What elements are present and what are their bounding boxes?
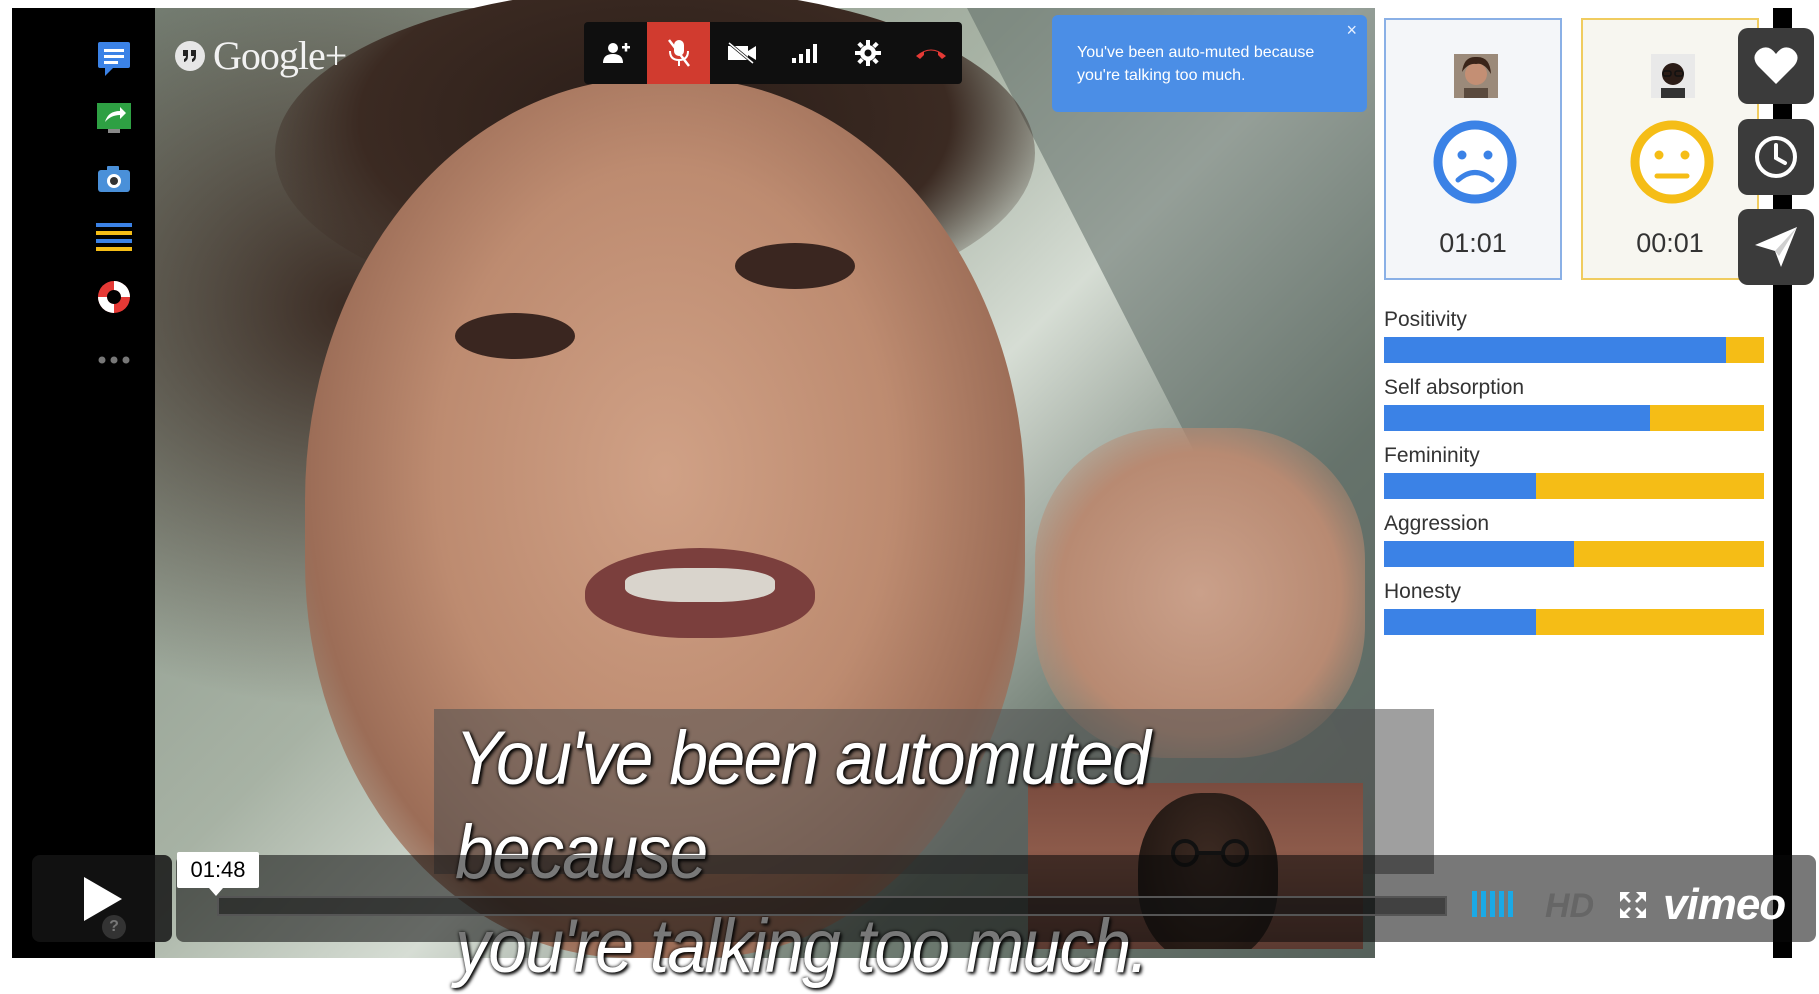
metric-bar <box>1384 609 1764 635</box>
hangouts-quote-icon <box>175 40 205 71</box>
metric-fill <box>1384 405 1650 431</box>
document-icon[interactable] <box>96 220 132 256</box>
notification-line-1: You've been auto-muted because <box>1077 44 1315 61</box>
video-frame: Google+ You've been auto-muted because y… <box>0 0 1819 989</box>
fullscreen-icon <box>1620 892 1646 918</box>
metric-label: Honesty <box>1384 580 1462 603</box>
metric-label: Femininity <box>1384 444 1480 467</box>
sad-face-icon <box>1433 120 1517 204</box>
close-icon[interactable]: × <box>1346 19 1357 42</box>
participant-timer: 00:01 <box>1636 228 1704 258</box>
signal-icon <box>791 44 817 63</box>
metric-bar <box>1384 541 1764 567</box>
progress-bar[interactable] <box>217 896 1447 916</box>
more-icon[interactable] <box>96 342 132 378</box>
fullscreen-button[interactable] <box>1618 890 1648 920</box>
participant-card: 01:01 <box>1384 18 1562 280</box>
participant-card: 00:01 <box>1581 18 1759 280</box>
logo-text: Google+ <box>213 33 347 78</box>
send-icon <box>1755 227 1797 267</box>
metric-aggression: Aggression <box>1384 512 1764 567</box>
neutral-face-icon <box>1630 120 1714 204</box>
metric-honesty: Honesty <box>1384 580 1764 635</box>
vimeo-logo[interactable]: vimeo <box>1663 880 1786 930</box>
auto-mute-notification: You've been auto-muted because you're ta… <box>1052 15 1367 112</box>
metric-label: Self absorption <box>1384 376 1525 399</box>
google-plus-logo: Google+ <box>175 32 347 79</box>
metric-bar <box>1384 337 1764 363</box>
add-person-icon <box>602 43 630 63</box>
camera-toggle-button[interactable] <box>710 22 773 84</box>
bandwidth-button[interactable] <box>773 22 836 84</box>
notification-line-2: you're talking too much. <box>1077 67 1246 84</box>
hang-up-icon <box>915 49 946 59</box>
chat-icon[interactable] <box>96 41 132 77</box>
metric-positivity: Positivity <box>1384 308 1764 363</box>
current-time: 01:48 <box>177 852 259 896</box>
help-lifesaver-icon[interactable] <box>96 279 132 315</box>
metric-fill <box>1384 541 1574 567</box>
hd-toggle[interactable]: HD <box>1545 887 1594 926</box>
watch-later-button[interactable] <box>1738 119 1814 195</box>
avatar <box>1454 54 1498 98</box>
volume-control[interactable] <box>1472 891 1513 917</box>
heart-icon <box>1754 47 1798 84</box>
participant-timer: 01:01 <box>1439 228 1507 258</box>
camera-off-icon <box>727 41 756 65</box>
metric-label: Aggression <box>1384 512 1490 535</box>
analytics-panel: 01:01 00:01 Positivity Self absorption F… <box>1375 8 1773 958</box>
subtitle-text: You've been automuted because you're tal… <box>455 712 1357 994</box>
metric-self-absorption: Self absorption <box>1384 376 1764 431</box>
screenshare-icon[interactable] <box>96 100 132 136</box>
avatar <box>1651 54 1695 98</box>
call-toolbar <box>584 22 962 84</box>
metric-fill <box>1384 609 1536 635</box>
clock-icon <box>1755 136 1797 178</box>
settings-button[interactable] <box>836 22 899 84</box>
metric-bar <box>1384 405 1764 431</box>
mic-muted-icon <box>667 39 690 67</box>
mute-mic-button[interactable] <box>647 22 710 84</box>
metric-fill <box>1384 473 1536 499</box>
help-icon[interactable]: ? <box>102 915 126 939</box>
like-button[interactable] <box>1738 28 1814 104</box>
share-button[interactable] <box>1738 209 1814 285</box>
metric-bar <box>1384 473 1764 499</box>
left-sidebar <box>12 8 155 958</box>
hang-up-button[interactable] <box>899 22 962 84</box>
settings-icon <box>854 40 881 66</box>
add-person-button[interactable] <box>584 22 647 84</box>
camera-icon[interactable] <box>96 161 132 197</box>
metric-fill <box>1384 337 1726 363</box>
metric-femininity: Femininity <box>1384 444 1764 499</box>
metric-label: Positivity <box>1384 308 1467 331</box>
